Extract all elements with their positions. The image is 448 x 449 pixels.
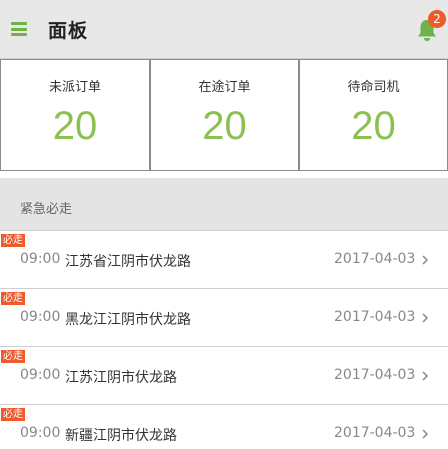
hamburger-menu-icon[interactable] bbox=[11, 22, 27, 36]
stat-value: 20 bbox=[52, 104, 98, 148]
stat-label: 未派订单 bbox=[48, 80, 101, 95]
order-date: 2017-04-03 bbox=[334, 425, 416, 441]
order-row[interactable]: 必走 09:00 江苏省江阴市伏龙路 2017-04-03 bbox=[0, 230, 448, 288]
chevron-right-icon bbox=[422, 255, 429, 265]
stat-standby-drivers[interactable]: 待命司机 20 bbox=[298, 60, 448, 170]
urgent-tag: 必走 bbox=[1, 350, 25, 363]
section-header: 紧急必走 bbox=[0, 178, 448, 230]
order-time: 09:00 bbox=[20, 309, 61, 325]
order-row[interactable]: 必走 09:00 新疆江阴市伏龙路 2017-04-03 bbox=[0, 404, 448, 449]
order-address: 黑龙江江阴市伏龙路 bbox=[65, 312, 191, 328]
stats-panel: 未派订单 20 在途订单 20 待命司机 20 bbox=[0, 59, 448, 171]
order-date: 2017-04-03 bbox=[334, 309, 416, 325]
urgent-tag: 必走 bbox=[1, 234, 25, 247]
order-row[interactable]: 必走 09:00 黑龙江江阴市伏龙路 2017-04-03 bbox=[0, 288, 448, 346]
urgent-tag: 必走 bbox=[1, 408, 25, 421]
stat-in-transit-orders[interactable]: 在途订单 20 bbox=[149, 60, 298, 170]
order-address: 江苏江阴市伏龙路 bbox=[65, 370, 177, 386]
section-title: 紧急必走 bbox=[20, 202, 73, 217]
order-address: 江苏省江阴市伏龙路 bbox=[65, 254, 191, 270]
order-time: 09:00 bbox=[20, 425, 61, 441]
order-row[interactable]: 必走 09:00 江苏江阴市伏龙路 2017-04-03 bbox=[0, 346, 448, 404]
stat-label: 待命司机 bbox=[347, 80, 400, 95]
chevron-right-icon bbox=[422, 371, 429, 381]
notification-badge: 2 bbox=[428, 10, 446, 28]
chevron-right-icon bbox=[422, 429, 429, 439]
order-date: 2017-04-03 bbox=[334, 367, 416, 383]
urgent-order-list: 必走 09:00 江苏省江阴市伏龙路 2017-04-03 必走 09:00 黑… bbox=[0, 230, 448, 449]
order-time: 09:00 bbox=[20, 367, 61, 383]
order-date: 2017-04-03 bbox=[334, 251, 416, 267]
urgent-tag: 必走 bbox=[1, 292, 25, 305]
order-address: 新疆江阴市伏龙路 bbox=[65, 428, 177, 444]
chevron-right-icon bbox=[422, 313, 429, 323]
stat-value: 20 bbox=[351, 104, 396, 148]
page-title: 面板 bbox=[48, 20, 89, 42]
stat-value: 20 bbox=[202, 104, 247, 148]
app-header: 面板 2 bbox=[0, 0, 448, 59]
order-time: 09:00 bbox=[20, 251, 61, 267]
stat-unassigned-orders[interactable]: 未派订单 20 bbox=[0, 60, 149, 170]
stat-label: 在途订单 bbox=[198, 80, 251, 95]
